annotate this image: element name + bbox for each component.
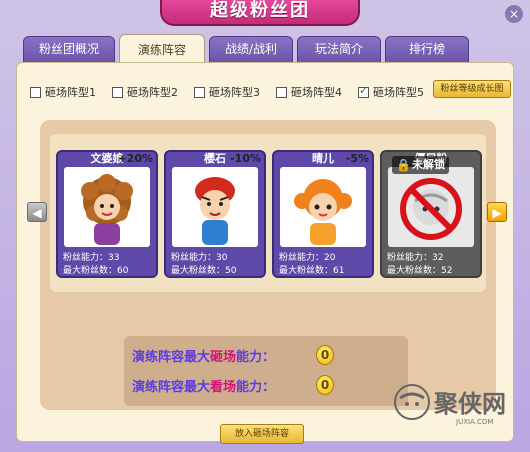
ability-highlight: 看场 xyxy=(210,380,237,395)
formation-label: 砸场阵型5 xyxy=(373,86,424,99)
watch-ability-value: 0 xyxy=(316,375,334,395)
bonus-label: +20% xyxy=(117,152,153,165)
watch-ability-line: 演练阵容最大看场能力： xyxy=(132,376,275,395)
formation-checkbox-5[interactable]: 砸场阵型5 xyxy=(358,84,424,100)
tab-lineup[interactable]: 演练阵容 xyxy=(119,34,205,64)
arrow-right-icon[interactable]: ▶ xyxy=(487,202,507,222)
arrow-left-icon[interactable]: ◀ xyxy=(27,202,47,222)
fan-portrait xyxy=(64,167,150,247)
max-fans-label: 最大粉丝数：50 xyxy=(171,266,237,276)
tab-record[interactable]: 战绩/战利 xyxy=(209,36,293,62)
formation-label: 砸场阵型4 xyxy=(291,86,342,99)
tab-overview[interactable]: 粉丝团概况 xyxy=(23,36,115,62)
add-to-lineup-button[interactable]: 放入砸场阵容 xyxy=(220,424,304,444)
checkbox-icon[interactable] xyxy=(276,87,287,98)
checkbox-checked-icon[interactable] xyxy=(358,84,369,98)
checkbox-icon[interactable] xyxy=(30,87,41,98)
site-watermark: 聚侠网 JUXIA.COM xyxy=(390,378,520,438)
formation-checkbox-3[interactable]: 砸场阵型3 xyxy=(194,84,260,100)
watermark-url: JUXIA.COM xyxy=(456,418,494,426)
lock-label: 未解锁 xyxy=(412,158,445,171)
watermark-text: 聚侠网 xyxy=(434,390,506,418)
smash-ability-value: 0 xyxy=(316,345,334,365)
formation-label: 砸场阵型2 xyxy=(127,86,178,99)
growth-chart-button[interactable]: 粉丝等级成长图 xyxy=(433,80,511,98)
fan-ability-label: 粉丝能力：33 xyxy=(63,253,120,263)
zombie-fan-icon xyxy=(400,178,462,240)
title-banner: 超级粉丝团 xyxy=(160,0,360,26)
bonus-label: -10% xyxy=(230,152,261,165)
close-icon[interactable]: × xyxy=(505,5,523,23)
lock-icon: 🔒 xyxy=(396,158,411,172)
tab-ranking[interactable]: 排行榜 xyxy=(385,36,469,62)
ability-suffix: 能力： xyxy=(236,380,276,395)
fan-ability-label: 粉丝能力：32 xyxy=(387,253,444,263)
formation-checkbox-2[interactable]: 砸场阵型2 xyxy=(112,84,178,100)
formation-checkbox-1[interactable]: 砸场阵型1 xyxy=(30,84,96,100)
locked-badge: 🔒 未解锁 xyxy=(392,156,449,174)
ability-suffix: 能力： xyxy=(236,350,276,365)
fan-portrait xyxy=(172,167,258,247)
ninja-logo-icon xyxy=(394,384,430,420)
fan-card-1[interactable]: 文婆娘 +20% 粉丝能力：33 最大粉丝数：60 xyxy=(56,150,158,278)
fan-card-2[interactable]: 樱石 -10% 粉丝能力：30 最大粉丝数：50 xyxy=(164,150,266,278)
fan-portrait xyxy=(280,167,366,247)
formation-label: 砸场阵型3 xyxy=(209,86,260,99)
ability-highlight: 砸场 xyxy=(210,350,237,365)
formation-checkbox-4[interactable]: 砸场阵型4 xyxy=(276,84,342,100)
bonus-label: -5% xyxy=(345,152,369,165)
ability-prefix: 演练阵容最大 xyxy=(132,380,211,395)
max-fans-label: 最大粉丝数：60 xyxy=(63,266,129,276)
fan-portrait xyxy=(388,167,474,247)
max-fans-label: 最大粉丝数：52 xyxy=(387,266,453,276)
smash-ability-line: 演练阵容最大砸场能力： xyxy=(132,346,275,365)
ability-prefix: 演练阵容最大 xyxy=(132,350,211,365)
max-fans-label: 最大粉丝数：61 xyxy=(279,266,345,276)
checkbox-icon[interactable] xyxy=(112,87,123,98)
fan-card-3[interactable]: 晴儿 -5% 粉丝能力：20 最大粉丝数：61 xyxy=(272,150,374,278)
ability-summary: 演练阵容最大砸场能力： 0 演练阵容最大看场能力： 0 xyxy=(124,336,408,406)
fan-ability-label: 粉丝能力：30 xyxy=(171,253,228,263)
curly-hair-woman-icon xyxy=(81,174,133,245)
game-window: 超级粉丝团 × 粉丝团概况 演练阵容 战绩/战利 玩法简介 排行榜 砸场阵型1 … xyxy=(0,0,530,452)
orange-hair-girl-icon xyxy=(294,179,352,245)
fan-ability-label: 粉丝能力：20 xyxy=(279,253,336,263)
formation-label: 砸场阵型1 xyxy=(45,86,96,99)
red-hair-boy-icon xyxy=(195,177,235,245)
fan-card-4[interactable]: 僵尸粉 🔒 未解锁 粉丝能力：32 最大粉丝数：52 xyxy=(380,150,482,278)
tab-guide[interactable]: 玩法简介 xyxy=(297,36,381,62)
checkbox-icon[interactable] xyxy=(194,87,205,98)
